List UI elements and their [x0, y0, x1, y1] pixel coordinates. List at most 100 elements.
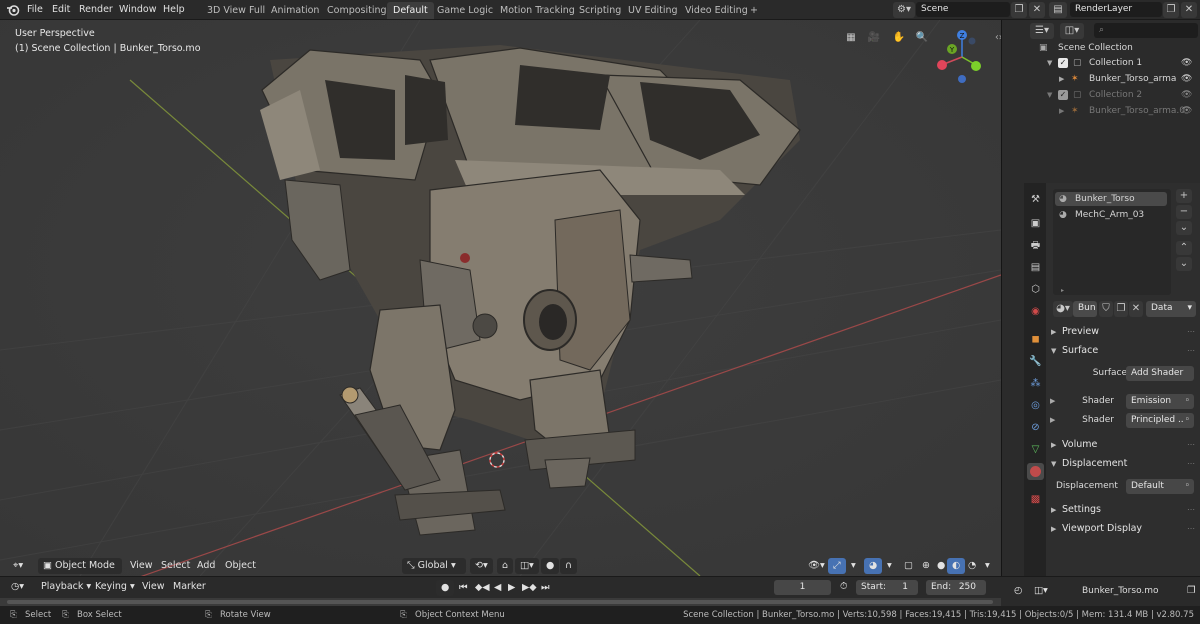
render-layer-field[interactable]: RenderLayer: [1070, 2, 1162, 17]
menu-render[interactable]: Render: [79, 0, 113, 20]
expand-arrow-icon[interactable]: ▶: [1059, 104, 1064, 119]
3d-viewport[interactable]: User Perspective (1) Scene Collection | …: [0, 20, 1001, 576]
tab-3d-view-full[interactable]: 3D View Full: [201, 2, 271, 19]
timeline-scrubber[interactable]: [0, 598, 1001, 606]
expand-arrow-icon[interactable]: ▼: [1047, 56, 1052, 71]
menu-window[interactable]: Window: [119, 0, 156, 20]
camera-view-icon[interactable]: 🎥: [866, 30, 882, 46]
navigation-gizmo[interactable]: Z Y: [934, 29, 990, 85]
shading-dropdown-icon[interactable]: ▾: [980, 558, 995, 574]
panel-volume[interactable]: ▶ Volume ⋯: [1046, 436, 1200, 454]
shader-emission-button[interactable]: Emission ◦: [1126, 394, 1194, 409]
end-frame-field[interactable]: End: 250: [926, 580, 986, 595]
panel-settings[interactable]: ▶ Settings ⋯: [1046, 501, 1200, 519]
editor-type-icon[interactable]: ◴: [1009, 583, 1027, 599]
scene-browse-icon[interactable]: ⚙▾: [893, 2, 915, 18]
drag-handle-icon[interactable]: ⋯: [1187, 501, 1195, 519]
xray-icon[interactable]: ▢: [899, 558, 918, 574]
eye-icon[interactable]: 👁: [1181, 56, 1192, 71]
material-name-field[interactable]: Bun: [1073, 301, 1097, 317]
panel-displacement[interactable]: ▼ Displacement ⋯: [1046, 455, 1200, 473]
material-slot[interactable]: ◕ Bunker_Torso: [1055, 192, 1167, 206]
gizmo-toggle-icon[interactable]: ⤢: [828, 558, 846, 574]
menu-keying[interactable]: Keying ▾: [90, 579, 140, 595]
stopwatch-icon[interactable]: ⏱: [835, 579, 852, 595]
remove-slot-icon[interactable]: −: [1176, 205, 1192, 219]
menu-file[interactable]: File: [27, 0, 43, 20]
panel-surface[interactable]: ▼ Surface ⋯: [1046, 342, 1200, 360]
toggle-grid-icon[interactable]: ▦: [843, 30, 859, 46]
tab-scripting[interactable]: Scripting: [573, 2, 627, 19]
snap-icon[interactable]: ⌂: [497, 558, 514, 574]
scene-name-field[interactable]: Scene: [916, 2, 1010, 17]
timeline-editor-icon[interactable]: ◷▾: [6, 579, 29, 595]
menu-edit[interactable]: Edit: [52, 0, 70, 20]
data-tab-icon[interactable]: ▽: [1027, 441, 1044, 458]
expand-arrow-icon[interactable]: ▶: [1059, 72, 1064, 87]
eye-icon[interactable]: 👁: [1181, 88, 1192, 103]
display-mode-icon[interactable]: ◫▾: [1060, 23, 1084, 39]
overlays-icon[interactable]: ◕: [864, 558, 883, 574]
new-render-layer-icon[interactable]: ❐: [1163, 2, 1179, 18]
browse-icon[interactable]: ❐: [1182, 583, 1200, 599]
drag-handle-icon[interactable]: ⋯: [1187, 323, 1195, 341]
menu-add[interactable]: Add: [192, 558, 220, 574]
particles-tab-icon[interactable]: ⁂: [1027, 375, 1044, 392]
menu-object[interactable]: Object: [220, 558, 261, 574]
duplicate-material-icon[interactable]: ❐: [1114, 301, 1128, 317]
shading-rendered-icon[interactable]: ◔: [963, 558, 981, 574]
menu-timeline-view[interactable]: View: [137, 579, 170, 595]
unlink-material-icon[interactable]: ✕: [1129, 301, 1143, 317]
menu-select[interactable]: Select: [156, 558, 195, 574]
shader-principled-button[interactable]: Principled .. ◦: [1126, 413, 1194, 428]
physics-tab-icon[interactable]: ◎: [1027, 397, 1044, 414]
tab-animation[interactable]: Animation: [265, 2, 325, 19]
material-browse-icon[interactable]: ◕▾: [1053, 301, 1073, 317]
tool-tab-icon[interactable]: ⚒: [1027, 191, 1044, 208]
timeline-scrollbar[interactable]: [7, 600, 993, 604]
constraints-tab-icon[interactable]: ⊘: [1027, 419, 1044, 436]
pivot-point-icon[interactable]: ⟲▾: [470, 558, 493, 574]
modifier-tab-icon[interactable]: 🔧: [1027, 353, 1044, 370]
current-frame-field[interactable]: 1: [774, 580, 831, 595]
outliner-item-armature-2[interactable]: ▶ ✶ Bunker_Torso_arma.0 👁: [1023, 104, 1200, 119]
drag-handle-icon[interactable]: ⋯: [1187, 455, 1195, 473]
eye-icon[interactable]: 👁: [1181, 72, 1192, 87]
viewport-canvas[interactable]: [0, 20, 1001, 576]
render-tab-icon[interactable]: ▣: [1027, 215, 1044, 232]
render-layer-icon[interactable]: ▤: [1049, 2, 1067, 18]
object-mode-dropdown[interactable]: ▣ Object Mode ▾: [38, 558, 122, 574]
pan-hand-icon[interactable]: ✋: [891, 30, 907, 46]
overlays-dropdown-icon[interactable]: ▾: [882, 558, 897, 574]
menu-view[interactable]: View: [125, 558, 158, 574]
texture-tab-icon[interactable]: ▩: [1027, 491, 1044, 508]
move-down-icon[interactable]: ⌄: [1176, 257, 1192, 271]
slot-menu-icon[interactable]: ⌄: [1176, 221, 1192, 235]
material-slot[interactable]: ◕ MechC_Arm_03: [1055, 208, 1167, 222]
move-up-icon[interactable]: ⌃: [1176, 241, 1192, 255]
editor-type-icon[interactable]: ⌖▾: [8, 558, 28, 574]
gizmo-dropdown-icon[interactable]: ▾: [846, 558, 861, 574]
checkbox-icon[interactable]: ✓: [1058, 90, 1068, 100]
proportional-edit-icon[interactable]: ●: [541, 558, 560, 574]
outliner-search-input[interactable]: ⌕: [1094, 23, 1198, 38]
tab-video-editing[interactable]: Video Editing: [679, 2, 754, 19]
panel-preview[interactable]: ▶ Preview ⋯: [1046, 323, 1200, 341]
expand-arrow-icon[interactable]: ▶: [1050, 413, 1055, 428]
record-icon[interactable]: ●: [436, 580, 455, 596]
transform-orientation-dropdown[interactable]: ⤡ Global ▾: [402, 558, 466, 574]
outliner-item-armature-1[interactable]: ▶ ✶ Bunker_Torso_arma 👁: [1023, 72, 1200, 87]
scene-tab-icon[interactable]: ⬡: [1027, 281, 1044, 298]
snap-target-icon[interactable]: ◫▾: [515, 558, 539, 574]
menu-playback[interactable]: Playback ▾: [36, 579, 96, 595]
falloff-icon[interactable]: ∩: [560, 558, 577, 574]
link-dropdown[interactable]: Data ▾: [1146, 301, 1196, 317]
menu-help[interactable]: Help: [163, 0, 185, 20]
delete-render-layer-icon[interactable]: ✕: [1181, 2, 1197, 18]
fake-user-icon[interactable]: ⛉: [1099, 301, 1113, 317]
expand-arrow-icon[interactable]: ▶: [1050, 394, 1055, 409]
output-tab-icon[interactable]: 🖶: [1027, 237, 1044, 254]
outliner-root[interactable]: ▣ Scene Collection: [1023, 41, 1200, 56]
tab-default[interactable]: Default: [387, 2, 434, 19]
tab-game-logic[interactable]: Game Logic: [431, 2, 499, 19]
